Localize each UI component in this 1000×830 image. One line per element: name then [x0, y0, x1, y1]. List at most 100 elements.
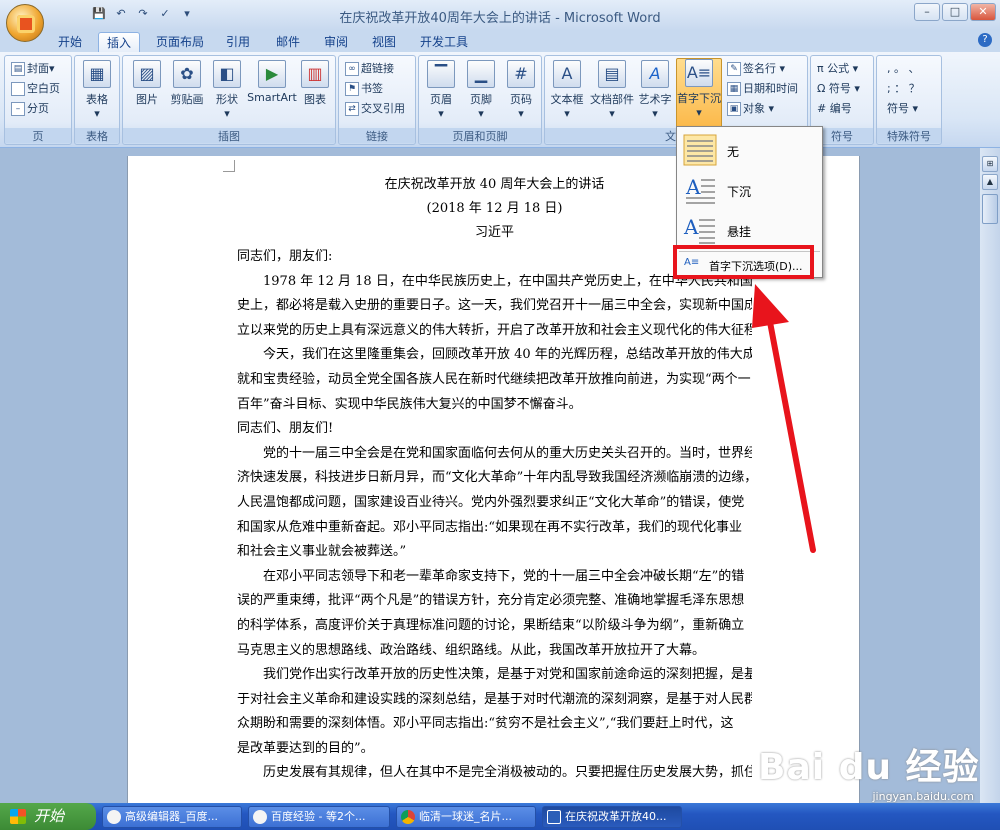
taskbar-item-chrome[interactable]: 临清一球迷_名片...	[396, 806, 536, 828]
tab-view[interactable]: 视图	[366, 32, 402, 52]
ribbon-tabs: 开始 插入 页面布局 引用 邮件 审阅 视图 开发工具 ?	[0, 30, 1000, 52]
doc-title: 在庆祝改革开放 40 周年大会上的讲话	[384, 177, 605, 192]
object-icon: ▣	[727, 102, 741, 116]
dropcap-button[interactable]: A≡ 首字下沉 ▾	[676, 58, 722, 128]
body-line: 误的严重束缚，批评“两个凡是”的错误方针，充分肯定必须完整、准确地掌握毛泽东思想	[237, 593, 745, 609]
help-icon[interactable]: ?	[978, 33, 992, 47]
doc-date: (2018 年 12 月 18 日)	[426, 201, 563, 216]
group-label-table: 表格	[75, 128, 119, 143]
vertical-scrollbar[interactable]: ⊞ ▲	[980, 148, 1000, 803]
calendar-icon: ▦	[727, 82, 741, 96]
dropcap-none-label: 无	[727, 145, 740, 159]
symbol-button[interactable]: Ω 符号 ▾	[817, 80, 860, 98]
textbox-button[interactable]: A 文本框 ▾	[547, 60, 587, 120]
baidu-icon	[253, 810, 267, 824]
page-break-button[interactable]: – 分页	[11, 100, 49, 118]
signature-button[interactable]: ✎ 签名行 ▾	[727, 60, 785, 78]
dropcap-none-item[interactable]: 无	[679, 131, 820, 169]
quickparts-icon: ▤	[598, 60, 626, 88]
title-bar: 💾 ↶ ↷ ✓ ▾ 在庆祝改革开放40周年大会上的讲话 - Microsoft …	[0, 0, 1000, 30]
body-line: 同志们、朋友们!	[237, 421, 334, 437]
shapes-button[interactable]: ◧ 形状 ▾	[207, 60, 247, 120]
bookmark-button[interactable]: ⚑ 书签	[345, 80, 383, 98]
equation-button[interactable]: π 公式 ▾	[817, 60, 858, 78]
object-button[interactable]: ▣ 对象 ▾	[727, 100, 774, 118]
hyperlink-button[interactable]: ∞ 超链接	[345, 60, 394, 78]
tab-insert[interactable]: 插入	[98, 32, 140, 52]
body-line: 济快速发展，科技进步日新月异，而“文化大革命”十年内乱导致我国经济濒临崩溃的边缘…	[237, 470, 752, 486]
page-break-icon: –	[11, 102, 25, 116]
group-special-symbols: , 。 、 ; ： ？ 符号 ▾ 特殊符号	[876, 55, 942, 145]
browser-icon	[107, 810, 121, 824]
special-punct-row1[interactable]: , 。 、	[887, 60, 920, 78]
watermark-brand: Bai du 经验	[758, 747, 980, 788]
ruler-toggle-icon[interactable]: ⊞	[982, 156, 998, 172]
tab-references[interactable]: 引用	[220, 32, 256, 52]
office-button[interactable]	[6, 4, 44, 42]
minimize-button[interactable]: –	[914, 3, 940, 21]
taskbar-item-word[interactable]: 在庆祝改革开放40...	[542, 806, 682, 828]
dropcap-label: 首字下沉	[677, 92, 721, 105]
wordart-button[interactable]: A 艺术字 ▾	[635, 60, 675, 120]
taskbar-item-baidu[interactable]: 百度经验 - 等2个...	[248, 806, 390, 828]
picture-label: 图片	[136, 93, 158, 106]
blank-page-button[interactable]: 空白页	[11, 80, 60, 98]
dropcap-dropped-item[interactable]: A 下沉	[679, 171, 820, 209]
footer-button[interactable]: ▁ 页脚 ▾	[461, 60, 501, 120]
body-line: 于对社会主义革命和建设实践的深刻总结，是基于对时代潮流的深刻洞察，是基于对人民群	[237, 691, 752, 707]
table-button[interactable]: ▦ 表格 ▾	[77, 60, 117, 120]
dropcap-margin-item[interactable]: A 悬挂	[679, 211, 820, 249]
equation-label: π 公式	[817, 62, 850, 75]
header-button[interactable]: ▔ 页眉 ▾	[421, 60, 461, 120]
task-label: 临清一球迷_名片...	[419, 810, 512, 823]
clipart-button[interactable]: ✿ 剪贴画	[167, 60, 207, 120]
picture-icon: ▨	[133, 60, 161, 88]
tab-page-layout[interactable]: 页面布局	[150, 32, 210, 52]
tab-developer[interactable]: 开发工具	[414, 32, 474, 52]
break-label: 分页	[27, 102, 49, 115]
datetime-button[interactable]: ▦ 日期和时间	[727, 80, 798, 98]
tab-review[interactable]: 审阅	[318, 32, 354, 52]
close-button[interactable]: ✕	[970, 3, 996, 21]
doc-author: 习近平	[474, 225, 514, 240]
page-number-icon: #	[507, 60, 535, 88]
body-line: 和社会主义事业就会被葬送。”	[237, 544, 407, 560]
group-pages: ▤ 封面▾ 空白页 – 分页 页	[4, 55, 72, 145]
special-symbol-button[interactable]: 符号 ▾	[887, 100, 918, 118]
number-button[interactable]: # 编号	[817, 100, 852, 118]
group-label-pages: 页	[5, 128, 71, 143]
quickparts-label: 文档部件	[590, 93, 634, 106]
wordart-label: 艺术字	[638, 93, 672, 106]
taskbar-item-editor[interactable]: 高级编辑器_百度...	[102, 806, 242, 828]
shapes-icon: ◧	[213, 60, 241, 88]
tab-mailings[interactable]: 邮件	[270, 32, 306, 52]
start-button[interactable]: 开始	[0, 803, 96, 830]
textbox-label: 文本框	[550, 93, 584, 106]
body-line: 的科学体系，高度评价关于真理标准问题的讨论，果断结束“以阶级斗争为纲”，重新确立	[237, 617, 745, 633]
windows-logo-icon	[10, 809, 26, 824]
group-label-special: 特殊符号	[877, 128, 941, 143]
cover-page-button[interactable]: ▤ 封面▾	[11, 60, 55, 78]
picture-button[interactable]: ▨ 图片	[127, 60, 167, 120]
svg-text:A: A	[683, 215, 699, 239]
quickparts-button[interactable]: ▤ 文档部件 ▾	[589, 60, 635, 120]
maximize-button[interactable]: □	[942, 3, 968, 21]
pagenum-button[interactable]: # 页码 ▾	[501, 60, 541, 120]
chart-icon: ▥	[301, 60, 329, 88]
smartart-label: SmartArt	[247, 91, 297, 104]
footer-icon: ▁	[467, 60, 495, 88]
tab-home[interactable]: 开始	[52, 32, 88, 52]
task-label: 在庆祝改革开放40...	[565, 810, 667, 823]
body-line: 和国家从危难中重新奋起。邓小平同志指出:“如果现在再不实行改革，我们的现代化事业	[237, 519, 743, 535]
body-line: 是改革要达到的目的”。	[237, 740, 374, 756]
datetime-label: 日期和时间	[743, 82, 798, 95]
chart-button[interactable]: ▥ 图表	[295, 60, 335, 120]
pagenum-label: 页码	[510, 93, 532, 106]
scroll-up-icon[interactable]: ▲	[982, 174, 998, 190]
special-punct-row2[interactable]: ; ： ？	[887, 80, 920, 98]
crossref-button[interactable]: ⇄ 交叉引用	[345, 100, 405, 118]
smartart-button[interactable]: ▶ SmartArt	[247, 60, 297, 120]
body-line: 众期盼和需要的深刻体悟。邓小平同志指出:“贫穷不是社会主义”,“我们要赶上时代，…	[237, 716, 734, 732]
smartart-icon: ▶	[258, 60, 286, 88]
scroll-thumb[interactable]	[982, 194, 998, 224]
